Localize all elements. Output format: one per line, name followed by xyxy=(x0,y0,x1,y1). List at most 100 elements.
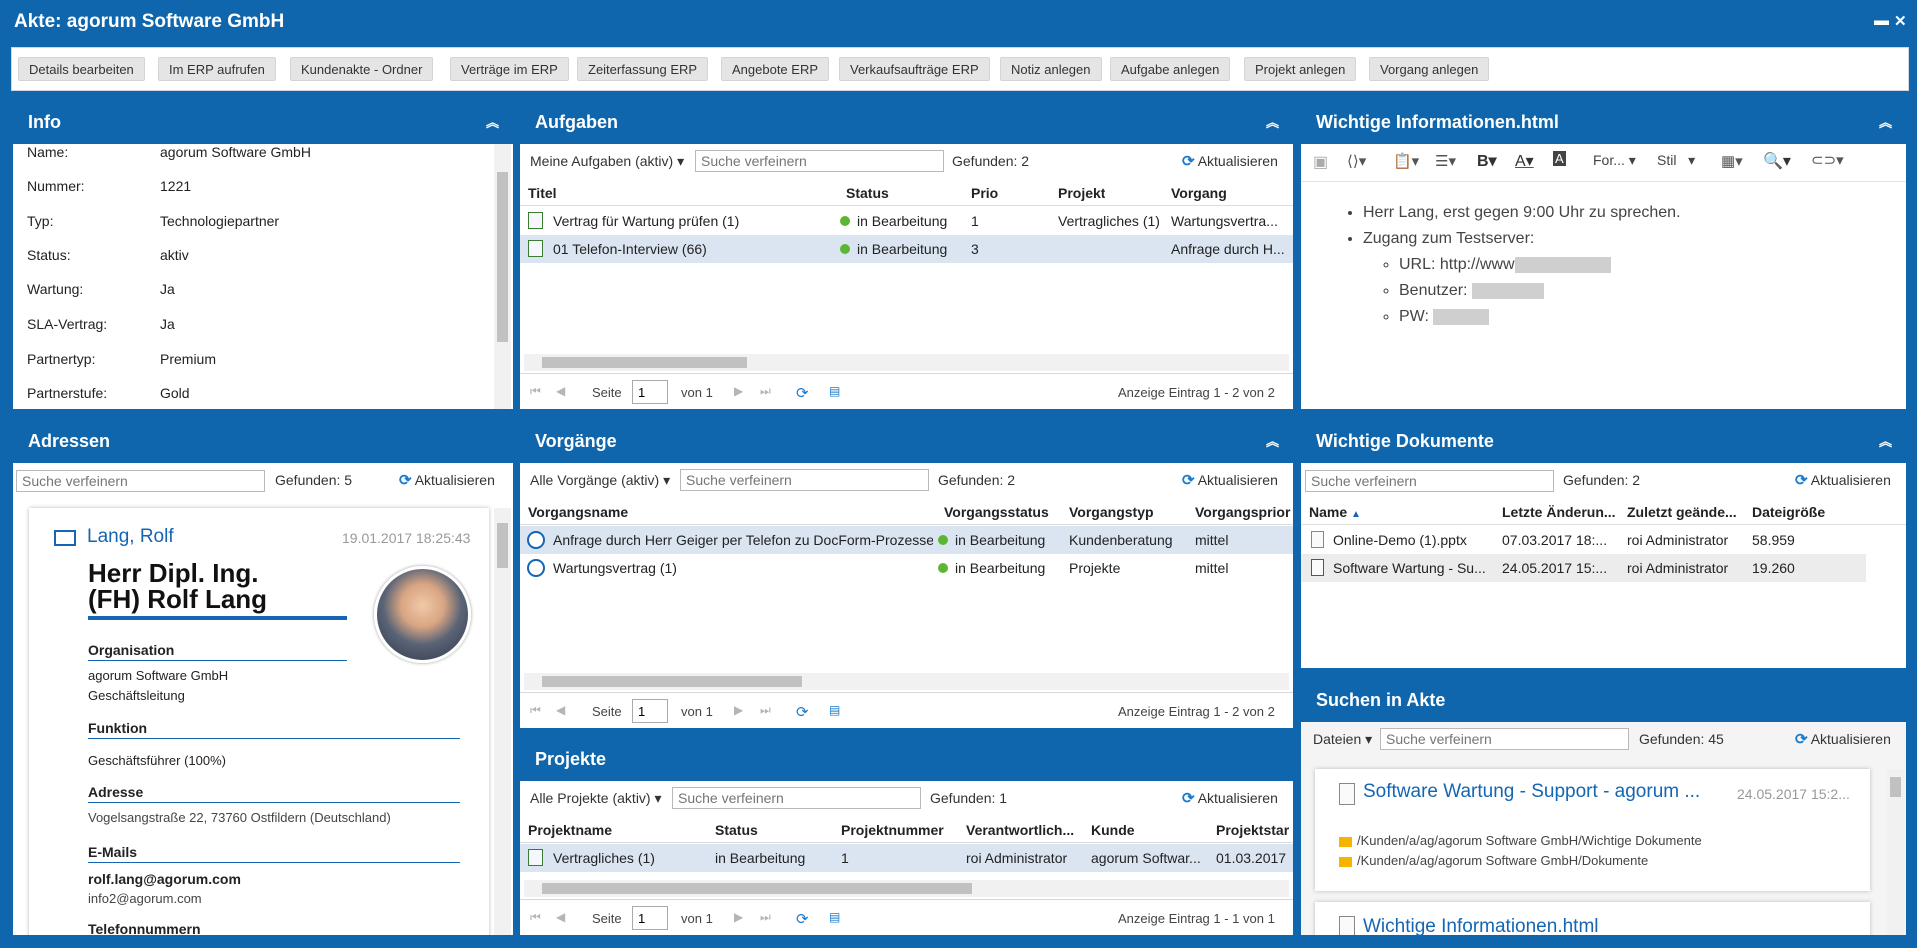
close-icon[interactable]: ✕ xyxy=(1894,12,1907,30)
zeiterfassung-erp-button[interactable]: Zeiterfassung ERP xyxy=(577,57,709,81)
projekte-filter-dropdown[interactable]: Alle Projekte (aktiv) ▾ xyxy=(530,790,662,807)
last-page-icon[interactable]: ⏭ xyxy=(760,384,771,399)
im-erp-aufrufen-button[interactable]: Im ERP aufrufen xyxy=(158,57,276,81)
email-primary[interactable]: rolf.lang@agorum.com xyxy=(88,871,241,887)
angebote-erp-button[interactable]: Angebote ERP xyxy=(721,57,830,81)
vorgaenge-refresh-button[interactable]: ⟳ Aktualisieren xyxy=(1182,471,1278,489)
column-header[interactable]: Kunde xyxy=(1091,822,1135,838)
details-bearbeiten-button[interactable]: Details bearbeiten xyxy=(18,57,145,81)
collapse-icon[interactable]: ︽ xyxy=(1879,431,1892,450)
collapse-icon[interactable]: ︽ xyxy=(1879,112,1892,131)
email-secondary[interactable]: info2@agorum.com xyxy=(88,891,202,906)
vorgang-anlegen-button[interactable]: Vorgang anlegen xyxy=(1369,57,1490,81)
vorgaenge-filter-dropdown[interactable]: Alle Vorgänge (aktiv) ▾ xyxy=(530,472,670,489)
column-header[interactable]: Prio xyxy=(971,185,998,201)
projekte-hscrollbar[interactable] xyxy=(524,880,1289,897)
column-header[interactable]: Dateigröße xyxy=(1752,504,1825,520)
table-row[interactable]: Vertragliches (1) in Bearbeitung 1 roi A… xyxy=(520,844,1293,872)
first-page-icon[interactable]: ⏮ xyxy=(530,910,541,925)
first-page-icon[interactable]: ⏮ xyxy=(530,384,541,399)
aufgaben-search-input[interactable] xyxy=(695,150,944,172)
column-header[interactable]: Projektnummer xyxy=(841,822,944,838)
paste-icon[interactable]: 📋▾ xyxy=(1393,152,1419,170)
first-page-icon[interactable]: ⏮ xyxy=(530,703,541,718)
vorgaenge-hscrollbar[interactable] xyxy=(524,673,1289,690)
search-result-card[interactable]: Wichtige Informationen.html xyxy=(1315,902,1870,935)
dokumente-refresh-button[interactable]: ⟳ Aktualisieren xyxy=(1795,471,1891,489)
aufgaben-filter-dropdown[interactable]: Meine Aufgaben (aktiv) ▾ xyxy=(530,153,684,170)
format-dropdown[interactable]: For... ▾ xyxy=(1593,152,1636,169)
aufgaben-hscrollbar[interactable] xyxy=(524,354,1289,371)
page-input[interactable] xyxy=(632,380,668,404)
vorgaenge-search-input[interactable] xyxy=(680,469,929,491)
contact-card[interactable]: Lang, Rolf 19.01.2017 18:25:43 Herr Dipl… xyxy=(29,508,489,935)
next-page-icon[interactable]: ▶ xyxy=(734,703,743,717)
notiz-anlegen-button[interactable]: Notiz anlegen xyxy=(1000,57,1102,81)
column-header[interactable]: Projektname xyxy=(528,822,612,838)
export-icon[interactable]: ▤ xyxy=(829,384,840,398)
aufgabe-anlegen-button[interactable]: Aufgabe anlegen xyxy=(1110,57,1231,81)
style-dropdown[interactable]: Stil ▾ xyxy=(1657,152,1695,169)
page-input[interactable] xyxy=(632,906,668,930)
prev-page-icon[interactable]: ◀ xyxy=(556,703,565,717)
font-color-icon[interactable]: A▾ xyxy=(1515,151,1534,171)
collapse-icon[interactable]: ︽ xyxy=(1266,431,1279,450)
result-path[interactable]: /Kunden/a/ag/agorum Software GmbH/Dokume… xyxy=(1339,853,1648,868)
projekte-search-input[interactable] xyxy=(672,787,921,809)
kundenakte-ordner-button[interactable]: Kundenakte - Ordner xyxy=(290,57,434,81)
last-page-icon[interactable]: ⏭ xyxy=(760,910,771,925)
column-header[interactable]: Vorgangsname xyxy=(528,504,628,520)
suchen-filter-dropdown[interactable]: Dateien ▾ xyxy=(1313,731,1372,748)
export-icon[interactable]: ▤ xyxy=(829,910,840,924)
aufgaben-refresh-button[interactable]: ⟳ Aktualisieren xyxy=(1182,152,1278,170)
last-page-icon[interactable]: ⏭ xyxy=(760,703,771,718)
projekte-refresh-button[interactable]: ⟳ Aktualisieren xyxy=(1182,789,1278,807)
next-page-icon[interactable]: ▶ xyxy=(734,384,743,398)
save-icon[interactable]: ▣ xyxy=(1313,152,1328,172)
bold-icon[interactable]: B▾ xyxy=(1477,151,1497,171)
suchen-refresh-button[interactable]: ⟳ Aktualisieren xyxy=(1795,730,1891,748)
column-header[interactable]: Projektstar xyxy=(1216,822,1293,838)
info-scrollbar[interactable] xyxy=(494,144,511,409)
suchen-search-input[interactable] xyxy=(1380,728,1629,750)
prev-page-icon[interactable]: ◀ xyxy=(556,384,565,398)
suchen-scrollbar[interactable] xyxy=(1887,769,1904,935)
column-header[interactable]: Letzte Änderun... xyxy=(1502,504,1620,520)
column-header[interactable]: Vorgangsprior xyxy=(1195,504,1291,520)
vertraege-im-erp-button[interactable]: Verträge im ERP xyxy=(450,57,569,81)
contact-name[interactable]: Lang, Rolf xyxy=(87,526,174,548)
search-icon[interactable]: 🔍▾ xyxy=(1763,151,1791,171)
refresh-icon[interactable]: ⟳ xyxy=(796,384,809,402)
result-title[interactable]: Wichtige Informationen.html xyxy=(1363,916,1599,935)
column-header[interactable]: Vorgangstyp xyxy=(1069,504,1154,520)
column-header[interactable]: Projekt xyxy=(1058,185,1105,201)
table-row[interactable]: Wartungsvertrag (1) in Bearbeitung Proje… xyxy=(520,554,1293,582)
collapse-icon[interactable]: ︽ xyxy=(486,112,499,131)
editor-content[interactable]: Herr Lang, erst gegen 9:00 Uhr zu sprech… xyxy=(1363,200,1681,330)
source-icon[interactable]: ⟨⟩▾ xyxy=(1347,152,1366,170)
prev-page-icon[interactable]: ◀ xyxy=(556,910,565,924)
column-header[interactable]: Titel xyxy=(528,185,557,201)
background-color-icon[interactable]: A xyxy=(1553,151,1566,166)
table-row[interactable]: Vertrag für Wartung prüfen (1) in Bearbe… xyxy=(520,207,1293,235)
projekt-anlegen-button[interactable]: Projekt anlegen xyxy=(1244,57,1357,81)
next-page-icon[interactable]: ▶ xyxy=(734,910,743,924)
result-path[interactable]: /Kunden/a/ag/agorum Software GmbH/Wichti… xyxy=(1339,833,1702,848)
verkaufsauftraege-erp-button[interactable]: Verkaufsaufträge ERP xyxy=(839,57,990,81)
table-row[interactable]: 01 Telefon-Interview (66) in Bearbeitung… xyxy=(520,235,1293,263)
column-header[interactable]: Status xyxy=(846,185,889,201)
table-row[interactable]: Online-Demo (1).pptx 07.03.2017 18:... r… xyxy=(1301,526,1866,554)
page-input[interactable] xyxy=(632,699,668,723)
table-row[interactable]: Anfrage durch Herr Geiger per Telefon zu… xyxy=(520,526,1293,554)
column-header[interactable]: Vorgang xyxy=(1171,185,1227,201)
adressen-search-input[interactable] xyxy=(16,470,265,492)
column-header[interactable]: Verantwortlich... xyxy=(966,822,1081,838)
adressen-refresh-button[interactable]: ⟳ Aktualisieren xyxy=(399,471,495,489)
refresh-icon[interactable]: ⟳ xyxy=(796,703,809,721)
dokumente-search-input[interactable] xyxy=(1305,470,1554,492)
column-header[interactable]: Vorgangsstatus xyxy=(944,504,1049,520)
adressen-scrollbar[interactable] xyxy=(494,508,511,935)
collapse-icon[interactable]: ︽ xyxy=(1266,112,1279,131)
result-title[interactable]: Software Wartung - Support - agorum ... xyxy=(1363,781,1700,803)
list-icon[interactable]: ☰▾ xyxy=(1435,152,1456,170)
